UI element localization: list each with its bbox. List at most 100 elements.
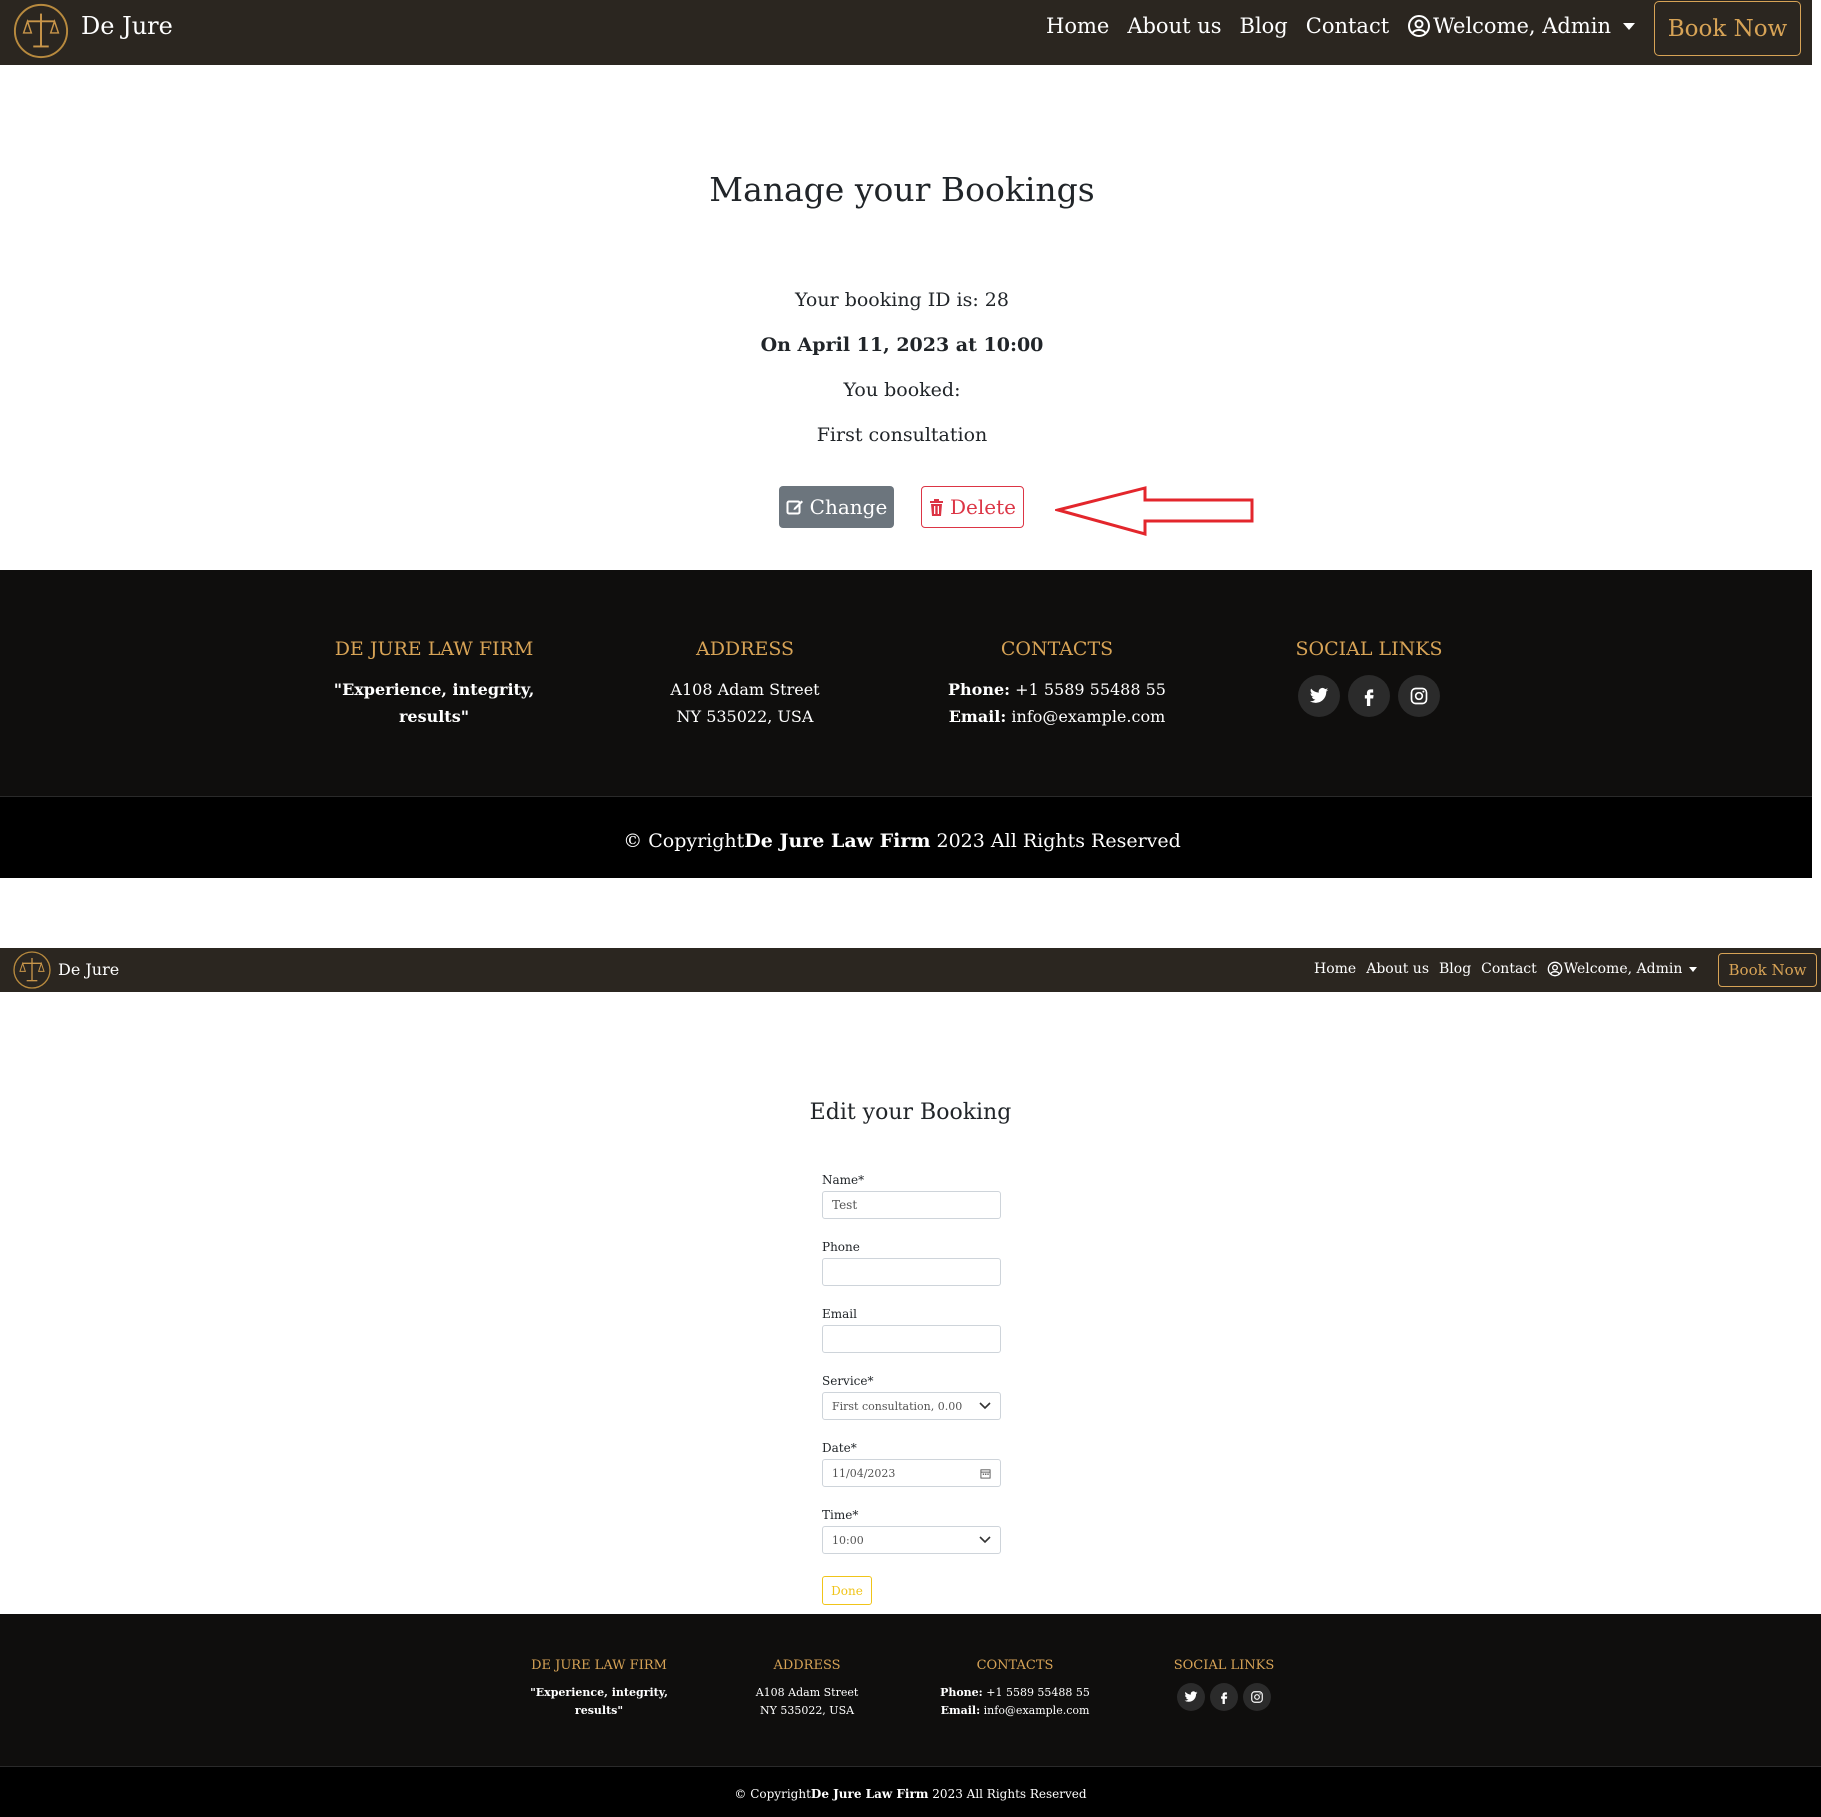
footer-email: Email: info@example.com	[935, 1702, 1095, 1720]
footer-address-heading: ADDRESS	[773, 1658, 841, 1673]
navbar: De Jure Home About us Blog Contact Welco…	[0, 0, 1812, 65]
nav-link-contact[interactable]: Contact	[1306, 14, 1389, 38]
date-field[interactable]: 11/04/2023	[822, 1459, 1001, 1487]
trash-icon	[930, 498, 943, 516]
phone-value: +1 5589 55488 55	[1015, 680, 1166, 699]
delete-label: Delete	[950, 495, 1016, 519]
nav-link-blog[interactable]: Blog	[1439, 961, 1471, 977]
brand-name[interactable]: De Jure	[81, 12, 173, 40]
user-greeting: Welcome, Admin	[1433, 14, 1612, 38]
time-select[interactable]: 10:00	[822, 1526, 1001, 1554]
footer-tagline: "Experience, integrity, results"	[333, 680, 535, 726]
book-now-button[interactable]: Book Now	[1718, 953, 1817, 987]
email-label: Email:	[948, 707, 1007, 726]
user-dropdown[interactable]: Welcome, Admin	[1547, 961, 1698, 977]
phone-field[interactable]	[822, 1258, 1001, 1286]
footer-firm-heading: DE JURE LAW FIRM	[334, 638, 534, 660]
nav-links: Home About us Blog Contact Welcome, Admi…	[1046, 14, 1636, 38]
footer-address-line2: NY 535022, USA	[676, 707, 814, 726]
instagram-icon	[1410, 687, 1428, 705]
calendar-icon[interactable]	[980, 1468, 991, 1479]
nav-link-contact[interactable]: Contact	[1481, 961, 1537, 977]
edit-booking-form: Name* Test Phone Email Service* First co…	[822, 1173, 1001, 1605]
name-label: Name*	[822, 1173, 865, 1187]
navbar-small: De Jure Home About us Blog Contact Welco…	[0, 948, 1821, 992]
time-value: 10:00	[832, 1533, 864, 1547]
date-value: 11/04/2023	[832, 1466, 896, 1480]
book-now-button[interactable]: Book Now	[1654, 1, 1801, 56]
footer-address-heading: ADDRESS	[695, 638, 795, 660]
phone-label: Phone	[822, 1240, 860, 1254]
change-button[interactable]: Change	[779, 486, 894, 528]
service-value: First consultation, 0.00	[832, 1399, 963, 1413]
facebook-button[interactable]	[1210, 1683, 1238, 1711]
phone-value: +1 5589 55488 55	[986, 1686, 1090, 1699]
email-label: Email:	[940, 1704, 981, 1717]
brand-name[interactable]: De Jure	[58, 960, 119, 979]
footer-address-line1: A108 Adam Street	[670, 680, 820, 699]
copyright-suffix: 2023 All Rights Reserved	[928, 1787, 1087, 1801]
nav-link-about[interactable]: About us	[1366, 961, 1429, 977]
instagram-button[interactable]	[1243, 1683, 1271, 1711]
change-label: Change	[809, 495, 888, 519]
nav-links: Home About us Blog Contact Welcome, Admi…	[1314, 961, 1698, 977]
footer-social-heading: SOCIAL LINKS	[1173, 1658, 1275, 1673]
email-value: info@example.com	[983, 1704, 1090, 1717]
scales-logo-icon[interactable]	[12, 950, 52, 990]
service-select[interactable]: First consultation, 0.00	[822, 1392, 1001, 1420]
footer-small: DE JURE LAW FIRM "Experience, integrity,…	[0, 1614, 1821, 1766]
chevron-down-icon	[979, 1402, 991, 1410]
copyright-firm: De Jure Law Firm	[810, 1787, 929, 1801]
copyright: © CopyrightDe Jure Law Firm 2023 All Rig…	[0, 830, 1804, 852]
footer-contacts-heading: CONTACTS	[1000, 638, 1114, 660]
time-label: Time*	[822, 1508, 859, 1522]
twitter-button[interactable]	[1298, 675, 1340, 717]
instagram-icon	[1251, 1691, 1263, 1703]
footer-phone: Phone: +1 5589 55488 55	[935, 1684, 1095, 1702]
edit-icon	[786, 500, 803, 515]
nav-link-blog[interactable]: Blog	[1240, 14, 1288, 38]
nav-link-about[interactable]: About us	[1127, 14, 1221, 38]
phone-label: Phone:	[948, 680, 1011, 699]
user-greeting: Welcome, Admin	[1563, 961, 1683, 977]
facebook-icon	[1364, 689, 1374, 706]
footer-email: Email: info@example.com	[937, 703, 1177, 730]
copyright: © CopyrightDe Jure Law Firm 2023 All Rig…	[0, 1787, 1821, 1801]
footer-firm-heading: DE JURE LAW FIRM	[531, 1658, 667, 1673]
page-title: Manage your Bookings	[709, 170, 1095, 209]
service-label: Service*	[822, 1374, 874, 1388]
email-value: info@example.com	[1011, 707, 1166, 726]
copyright-prefix: © Copyright	[623, 830, 745, 852]
delete-button[interactable]: Delete	[921, 486, 1024, 528]
done-button[interactable]: Done	[822, 1576, 872, 1605]
date-label: Date*	[822, 1441, 857, 1455]
footer-address-line1: A108 Adam Street	[755, 1686, 859, 1699]
instagram-button[interactable]	[1398, 675, 1440, 717]
copyright-prefix: © Copyright	[734, 1787, 811, 1801]
edit-title: Edit your Booking	[809, 1100, 1012, 1125]
footer: DE JURE LAW FIRM "Experience, integrity,…	[0, 570, 1812, 796]
booked-service: First consultation	[816, 424, 988, 446]
user-dropdown[interactable]: Welcome, Admin	[1407, 14, 1636, 38]
nav-link-home[interactable]: Home	[1046, 14, 1109, 38]
name-field[interactable]: Test	[822, 1191, 1001, 1219]
scales-logo-icon[interactable]	[12, 2, 70, 60]
facebook-button[interactable]	[1348, 675, 1390, 717]
chevron-down-icon	[979, 1536, 991, 1544]
booking-date-text: On April 11, 2023 at 10:00	[760, 334, 1044, 356]
phone-label: Phone:	[940, 1686, 983, 1699]
twitter-icon	[1309, 687, 1329, 703]
copyright-firm: De Jure Law Firm	[744, 830, 931, 852]
caret-down-icon	[1623, 22, 1636, 30]
email-label: Email	[822, 1307, 857, 1321]
name-value: Test	[832, 1198, 858, 1212]
twitter-icon	[1184, 1691, 1198, 1702]
email-field[interactable]	[822, 1325, 1001, 1353]
nav-link-home[interactable]: Home	[1314, 961, 1356, 977]
booked-label: You booked:	[843, 379, 961, 401]
twitter-button[interactable]	[1177, 1683, 1205, 1711]
footer-tagline: "Experience, integrity, results"	[530, 1686, 668, 1717]
footer-phone: Phone: +1 5589 55488 55	[937, 676, 1177, 703]
booking-id-text: Your booking ID is: 28	[795, 289, 1009, 311]
annotation-arrow-icon	[1055, 486, 1254, 536]
